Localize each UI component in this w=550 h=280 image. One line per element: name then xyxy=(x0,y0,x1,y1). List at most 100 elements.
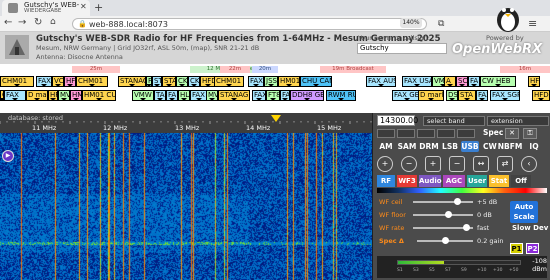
lock-freq-icon[interactable]: ⚿ xyxy=(523,128,537,139)
tuning-marker-icon[interactable] xyxy=(271,115,281,127)
slider-knob[interactable] xyxy=(463,224,471,231)
toggle-wf3[interactable]: WF3 xyxy=(397,175,417,187)
band-label[interactable]: 16m xyxy=(500,66,550,73)
browser-tab[interactable]: Gutschy's WEB- WIEDERGABE ✕ xyxy=(2,0,90,16)
band-select[interactable]: select band xyxy=(423,116,485,126)
mem-slot[interactable] xyxy=(437,129,455,138)
band-label[interactable]: 25m xyxy=(72,66,120,73)
toggle-agc[interactable]: AGC xyxy=(443,175,465,187)
slider-track[interactable] xyxy=(413,198,473,205)
bookmark-label[interactable]: FAX xyxy=(248,76,264,87)
bookmark-label[interactable]: DDH8 GER xyxy=(290,90,324,101)
mode-button-usb[interactable]: USB xyxy=(461,141,479,152)
zoom-min-icon[interactable]: − xyxy=(449,156,465,172)
zoom-band-icon[interactable]: ⇄ xyxy=(497,156,513,172)
mode-button-am[interactable]: AM xyxy=(377,141,395,152)
bookmark-label[interactable]: VC xyxy=(52,76,64,87)
bookmark-label[interactable]: HF xyxy=(64,76,76,87)
toggle-user[interactable]: User xyxy=(467,175,487,187)
new-tab-icon[interactable]: + xyxy=(94,1,103,14)
slowdev-button[interactable]: Slow Dev xyxy=(512,224,548,233)
mode-button-sam[interactable]: SAM xyxy=(397,141,417,152)
band-label[interactable]: 19m Broadcast xyxy=(320,66,386,73)
frequency-scale[interactable]: database: stored 11 MHz 12 MHz 13 MHz 14… xyxy=(0,113,372,133)
bookmark-label[interactable]: HL xyxy=(178,90,190,101)
mode-button-lsb[interactable]: LSB xyxy=(441,141,459,152)
toggle-rf[interactable]: RF xyxy=(377,175,395,187)
mute-icon[interactable]: ✕ xyxy=(505,128,519,139)
bookmark-label[interactable]: CK xyxy=(188,76,200,87)
slider-knob[interactable] xyxy=(444,211,452,218)
bookmark-label[interactable]: CHM01 xyxy=(76,76,108,87)
bookmark-label[interactable]: FA xyxy=(166,90,178,101)
toggle-off[interactable]: Off xyxy=(511,175,531,187)
tab-close-icon[interactable]: ✕ xyxy=(80,2,87,11)
bookmark-label[interactable]: FT8 xyxy=(266,90,280,101)
bookmark-label[interactable]: SC xyxy=(456,76,468,87)
bookmark-label[interactable]: STANAG xyxy=(118,76,146,87)
extensions-icon[interactable]: ⧉ xyxy=(438,19,450,29)
bookmark-label[interactable]: FAX xyxy=(476,90,488,101)
bookmark-label[interactable]: D marker xyxy=(26,90,48,101)
zoom-in-icon[interactable]: + xyxy=(377,156,393,172)
bookmark-label[interactable]: FAX xyxy=(4,90,26,101)
zoom-max-icon[interactable]: + xyxy=(425,156,441,172)
mem-slot[interactable] xyxy=(397,129,415,138)
mode-button-iq[interactable]: IQ xyxy=(525,141,543,152)
page-left-icon[interactable]: ‹ xyxy=(521,156,537,172)
callsign-input[interactable]: Gutschy xyxy=(357,43,447,54)
slider-track[interactable] xyxy=(417,237,473,244)
slider-knob[interactable] xyxy=(454,198,462,205)
bookmark-label[interactable]: FA xyxy=(280,90,290,101)
bookmark-label[interactable]: STA xyxy=(162,76,176,87)
autoscale-button[interactable]: Auto Scale xyxy=(510,201,538,223)
url-field[interactable]: 🔒 web-888.local:8073 xyxy=(72,18,427,30)
bookmark-label[interactable]: ST xyxy=(152,76,162,87)
forward-icon[interactable]: → xyxy=(18,17,26,28)
mem-slot[interactable] xyxy=(377,129,395,138)
slider-track[interactable] xyxy=(413,211,473,218)
waterfall-display[interactable] xyxy=(0,133,372,280)
bookmark-label[interactable]: FAX AUS xyxy=(366,76,396,87)
zoom-level[interactable]: 140% xyxy=(400,18,422,28)
bookmark-label[interactable]: CW HEB xyxy=(480,76,516,87)
band-label[interactable]: 20m xyxy=(252,66,278,73)
mode-button-drm[interactable]: DRM xyxy=(419,141,439,152)
bookmark-label[interactable]: STANAG F xyxy=(218,90,250,101)
bookmark-label[interactable]: A xyxy=(444,76,456,87)
bookmark-label[interactable]: FA xyxy=(468,76,480,87)
slider-knob[interactable] xyxy=(441,237,449,244)
mem-slot[interactable] xyxy=(457,129,475,138)
bookmark-label[interactable]: FAX xyxy=(252,90,266,101)
bookmark-label[interactable]: VMW xyxy=(132,90,154,101)
bookmark-label[interactable]: D marker xyxy=(418,90,444,101)
bookmark-label[interactable]: FAX USA xyxy=(402,76,432,87)
bookmark-label[interactable]: MV xyxy=(206,90,218,101)
bookmark-label[interactable]: CKS xyxy=(176,76,188,87)
back-icon[interactable]: ← xyxy=(4,17,12,28)
reload-icon[interactable]: ↻ xyxy=(34,17,42,28)
frequency-input[interactable]: 14300.00 xyxy=(377,115,418,126)
menu-icon[interactable]: ≡ xyxy=(528,17,537,30)
play-icon[interactable]: ▶ xyxy=(2,150,14,162)
bookmark-label[interactable]: HFD xyxy=(532,90,550,101)
bookmark-label[interactable]: DS xyxy=(446,90,458,101)
bookmark-label[interactable]: TA xyxy=(154,90,166,101)
band-label[interactable]: 22m xyxy=(220,66,250,73)
spec-button[interactable]: Spec xyxy=(483,128,503,137)
extension-select[interactable]: extension xyxy=(487,116,549,126)
bookmark-label[interactable]: HF xyxy=(48,90,58,101)
bookmark-label[interactable]: HM xyxy=(70,90,82,101)
mode-button-nbfm[interactable]: NBFM xyxy=(497,141,523,152)
bookmark-label[interactable]: CHU CAN xyxy=(300,76,332,87)
bookmark-label[interactable]: FAX SGP xyxy=(490,90,520,101)
bookmark-label[interactable]: CHM01 xyxy=(214,76,244,87)
zoom-out-icon[interactable]: − xyxy=(401,156,417,172)
bookmark-label[interactable]: JSS xyxy=(264,76,278,87)
mem-slot[interactable] xyxy=(417,129,435,138)
mode-button-cw[interactable]: CW xyxy=(483,141,497,152)
toggle-stat[interactable]: Stat xyxy=(489,175,509,187)
bookmark-label[interactable]: MV xyxy=(58,90,70,101)
bookmark-label[interactable]: FAX xyxy=(36,76,52,87)
home-icon[interactable]: ⌂ xyxy=(50,17,56,27)
